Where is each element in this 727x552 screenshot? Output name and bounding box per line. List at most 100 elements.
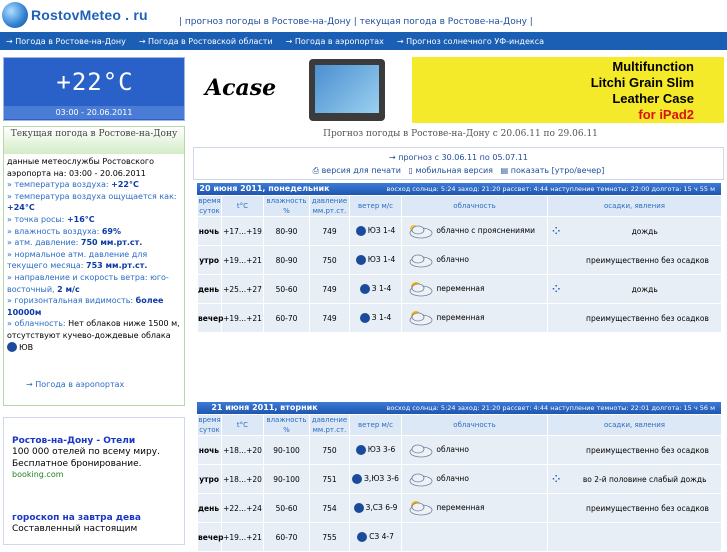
panel-intro: данные метеослужбы Ростовского аэропорта… xyxy=(7,157,154,178)
day-header: 20 июня 2011, понедельник восход солнца: … xyxy=(197,183,721,195)
tablet-image xyxy=(309,59,385,121)
pressure: 750 xyxy=(309,435,350,465)
wind-direction-icon xyxy=(359,313,370,323)
current-time: 03:00 - 20.06.2011 xyxy=(4,106,184,119)
precipitation: преимущественно без осадков xyxy=(547,435,722,465)
precipitation: ⁘ дождь xyxy=(547,216,722,246)
temperature: +19...+21 xyxy=(221,245,264,275)
wind: З,СЗ 6-9 xyxy=(349,493,402,523)
wind: ЮЗ 3-6 xyxy=(349,435,402,465)
wind: З 1-4 xyxy=(349,303,402,333)
table-row: вечер +19...+21 60-70 755 СЗ 4-7 xyxy=(197,522,722,552)
nav-item-uv[interactable]: → Прогноз солнечного УФ-индекса xyxy=(397,37,544,46)
ad-site[interactable]: booking.com xyxy=(12,470,176,479)
site-header: RostovMeteo . ru | прогноз погоды в Рост… xyxy=(0,0,727,32)
weather-line: » точка росы: +16°C xyxy=(7,214,95,224)
precipitation: преимущественно без осадков xyxy=(547,303,722,333)
col-humidity: влажность % xyxy=(263,414,310,436)
ad-banner-case[interactable]: Multifunction Litchi Grain Slim Leather … xyxy=(412,57,724,123)
period: вечер xyxy=(197,522,223,552)
toggle-icon: ▤ xyxy=(500,166,509,175)
temperature: +25...+27 xyxy=(221,274,264,304)
day-sun-info: восход солнца: 5:24 заход: 21:20 рассвет… xyxy=(386,185,715,193)
cloud-icon xyxy=(404,279,434,299)
weather-line: » горизонтальная видимость: более 10000м xyxy=(7,296,164,317)
wind: З 1-4 xyxy=(349,274,402,304)
wind: ЮЗ 1-4 xyxy=(349,245,402,275)
col-time: время суток xyxy=(197,195,222,217)
col-precip: осадки, явления xyxy=(547,414,722,436)
precipitation: ⁘ во 2-й половине слабый дождь xyxy=(547,464,722,494)
wind-direction-icon xyxy=(352,474,363,484)
cloud-icon xyxy=(404,308,434,328)
cloudiness: облачно xyxy=(401,435,548,465)
ad-title[interactable]: Ростов-на-Дону - Отели xyxy=(12,436,176,446)
temperature: +18...+20 xyxy=(221,464,264,494)
print-link[interactable]: версия для печати xyxy=(322,166,401,175)
pressure: 749 xyxy=(309,274,350,304)
forecast-day: 21 июня 2011, вторник восход солнца: 5:24… xyxy=(197,402,722,552)
header-links[interactable]: | прогноз погоды в Ростове-на-Дону | тек… xyxy=(179,17,533,27)
day-header: 21 июня 2011, вторник восход солнца: 5:24… xyxy=(197,402,721,414)
cloudiness: переменная xyxy=(401,303,548,333)
period: день xyxy=(197,274,222,304)
pressure: 751 xyxy=(309,464,350,494)
period: день xyxy=(197,493,222,523)
table-row: утро +19...+21 80-90 750 ЮЗ 1-4 облачно преим… xyxy=(197,245,722,275)
day-title: 20 июня 2011, понедельник xyxy=(199,184,330,193)
forecast-title: Прогноз погоды в Ростове-на-Дону с 20.06… xyxy=(323,129,598,139)
cloudiness: облачно с прояснениями xyxy=(401,216,548,246)
col-wind: ветер м/с xyxy=(349,414,402,436)
wind-row: ЮВ xyxy=(7,342,181,354)
wind-direction-icon xyxy=(359,284,370,294)
temperature: +19...+21 xyxy=(221,303,264,333)
current-temp: +22°C xyxy=(56,68,134,96)
table-row: день +22...+24 50-60 754 З,СЗ 6-9 переменная… xyxy=(197,493,722,523)
pressure: 754 xyxy=(309,493,350,523)
period: ночь xyxy=(197,435,222,465)
pressure: 749 xyxy=(309,216,350,246)
period: ночь xyxy=(197,216,222,246)
wind: З,ЮЗ 3-6 xyxy=(349,464,402,494)
period: утро xyxy=(197,464,222,494)
humidity: 60-70 xyxy=(263,303,310,333)
forecast-table: время суток t°C влажность % давление мм.рт.… xyxy=(197,414,722,552)
ad-banner-acase[interactable]: Acase xyxy=(197,57,405,123)
cloudiness: облачно xyxy=(401,245,548,275)
wind-direction-icon xyxy=(7,342,17,352)
next-forecast-link[interactable]: → прогноз с 30.06.11 по 05.07.11 xyxy=(194,151,723,164)
weather-line: » температура воздуха: +22°C xyxy=(7,180,139,190)
humidity: 80-90 xyxy=(263,216,310,246)
airports-link[interactable]: → Погода в аэропортах xyxy=(26,380,124,389)
ad-title[interactable]: гороскоп на завтра дева xyxy=(12,513,176,523)
weather-line: » температура воздуха ощущается как: +24… xyxy=(7,191,177,213)
nav-item-rostov[interactable]: → Погода в Ростове-на-Дону xyxy=(6,37,126,46)
current-weather-panel: Текущая погода в Ростове-на-Дону данные … xyxy=(3,126,185,406)
humidity: 50-60 xyxy=(263,493,310,523)
cloud-icon xyxy=(404,250,434,270)
nav-item-airports[interactable]: → Погода в аэропортах xyxy=(286,37,384,46)
precipitation: ⁘ дождь xyxy=(547,274,722,304)
site-logo[interactable]: RostovMeteo . ru xyxy=(2,2,148,28)
nav-item-region[interactable]: → Погода в Ростовской области xyxy=(139,37,273,46)
table-row: день +25...+27 50-60 749 З 1-4 переменная ⁘ до… xyxy=(197,274,722,304)
period: вечер xyxy=(197,303,223,333)
temperature: +18...+20 xyxy=(221,435,264,465)
panel-body: данные метеослужбы Ростовского аэропорта… xyxy=(4,154,184,355)
cloud-icon xyxy=(404,221,434,241)
cloud-icon xyxy=(404,440,434,460)
cloudiness: облачно xyxy=(401,464,548,494)
humidity: 80-90 xyxy=(263,245,310,275)
mobile-icon: ▯ xyxy=(408,166,413,175)
rain-icon: ⁘ xyxy=(552,225,561,237)
mobile-link[interactable]: мобильная версия xyxy=(415,166,493,175)
cloudiness xyxy=(401,522,548,552)
print-icon: ⎙ xyxy=(312,166,320,175)
table-row: ночь +18...+20 90-100 750 ЮЗ 3-6 облачно преи… xyxy=(197,435,722,465)
wind-direction-icon xyxy=(357,532,368,542)
humidity: 90-100 xyxy=(263,435,310,465)
toggle-link[interactable]: показать [утро/вечер] xyxy=(511,166,605,175)
col-cloud: облачность xyxy=(401,414,548,436)
ad-block: Ростов-на-Дону - Отели 100 000 отелей по… xyxy=(3,417,185,545)
cloudiness: переменная xyxy=(401,274,548,304)
